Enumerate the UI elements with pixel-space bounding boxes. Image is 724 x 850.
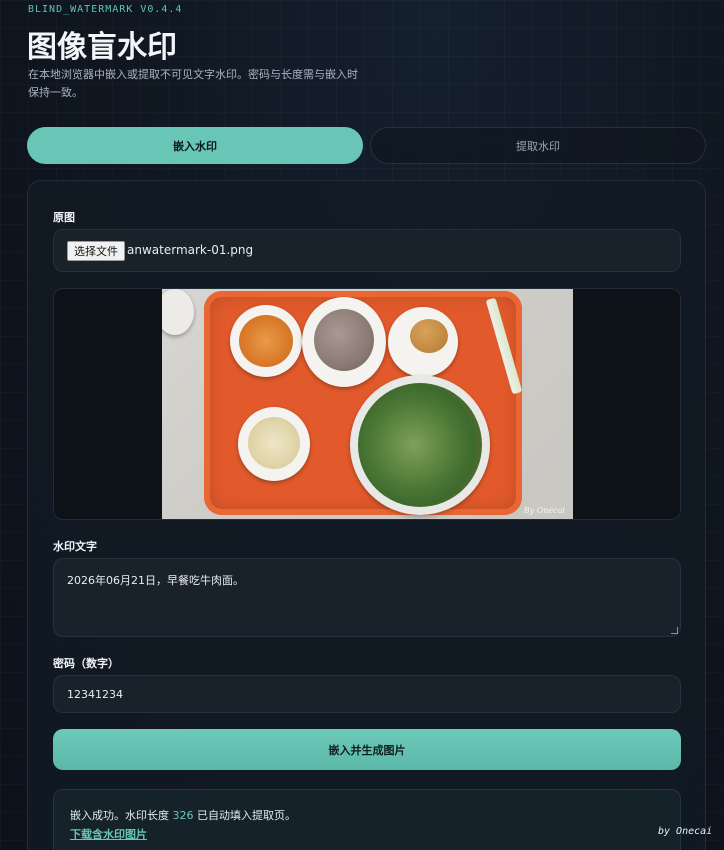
password-value: 12341234 (67, 688, 123, 701)
embed-panel: 原图 选择文件 anwatermark-01.png By Onecai 水印文… (27, 180, 706, 850)
file-input[interactable]: 选择文件 anwatermark-01.png (53, 229, 681, 272)
result-message: 嵌入成功。水印长度 326 已自动填入提取页。 (70, 809, 296, 822)
version-label: BLIND_WATERMARK V0.4.4 (28, 4, 183, 15)
tab-extract[interactable]: 提取水印 (370, 127, 706, 164)
mode-tabs: 嵌入水印 提取水印 (27, 127, 706, 164)
choose-file-button[interactable]: 选择文件 (67, 241, 125, 261)
image-preview: By Onecai (53, 288, 681, 520)
download-link[interactable]: 下载含水印图片 (70, 826, 147, 842)
tab-embed[interactable]: 嵌入水印 (27, 127, 363, 164)
photo-signature: By Onecai (523, 506, 565, 515)
food-tray (204, 291, 523, 515)
result-box: 嵌入成功。水印长度 326 已自动填入提取页。 下载含水印图片 (53, 789, 681, 850)
resize-handle-icon[interactable] (671, 627, 678, 634)
page-title: 图像盲水印 (27, 30, 177, 65)
chopsticks-shape (485, 297, 523, 395)
preview-photo: By Onecai (162, 289, 573, 519)
cup-shape (162, 289, 194, 335)
watermark-text-value: 2026年06月21日，早餐吃牛肉面。 (67, 574, 244, 587)
image-label: 原图 (53, 211, 75, 224)
password-label: 密码（数字） (53, 657, 119, 670)
page-subtitle: 在本地浏览器中嵌入或提取不可见文字水印。密码与长度需与嵌入时保持一致。 (28, 68, 358, 99)
watermark-length: 326 (172, 809, 194, 822)
embed-submit-button[interactable]: 嵌入并生成图片 (53, 729, 681, 770)
watermark-textarea[interactable]: 2026年06月21日，早餐吃牛肉面。 (53, 558, 681, 637)
author-byline: by Onecai (658, 826, 713, 837)
password-input[interactable]: 12341234 (53, 675, 681, 713)
file-name: anwatermark-01.png (127, 243, 254, 257)
watermark-label: 水印文字 (53, 540, 97, 553)
